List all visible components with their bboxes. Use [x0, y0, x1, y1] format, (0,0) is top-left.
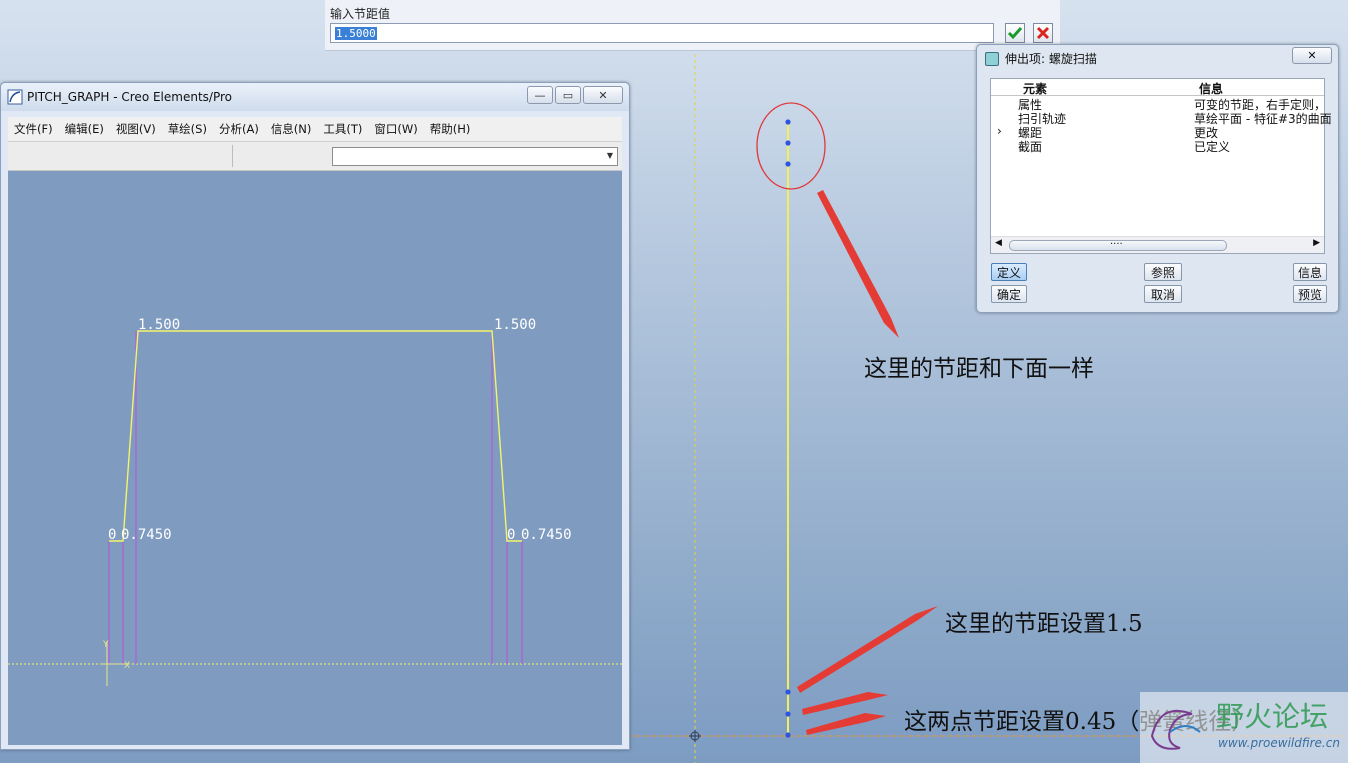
- close-icon: ✕: [598, 88, 608, 102]
- watermark-url: www.proewildfire.cn: [1218, 736, 1340, 750]
- close-icon: [1036, 26, 1050, 40]
- annotation-arrows: [797, 190, 938, 735]
- row-marker: ›: [997, 124, 1002, 138]
- site-watermark: 野火论坛 www.proewildfire.cn: [1140, 692, 1348, 763]
- scroll-left-icon[interactable]: ◀: [995, 238, 1002, 248]
- table-row[interactable]: 属性 可变的节距，右手定则，: [991, 96, 1326, 112]
- trajectory-point: [785, 161, 791, 167]
- pitch-input-bar: 输入节距值 1.5000: [325, 0, 1060, 51]
- info-button[interactable]: 信息: [1293, 263, 1327, 281]
- cancel-button[interactable]: [1033, 23, 1053, 43]
- arrow-to-top-note: [817, 190, 899, 338]
- toolbar-dropdown[interactable]: ▼: [332, 147, 618, 166]
- dimension-lines: [108, 331, 523, 664]
- close-window-button[interactable]: ✕: [583, 86, 623, 104]
- pitch-graph-window: PITCH_GRAPH - Creo Elements/Pro — ▭ ✕ 文件…: [0, 82, 630, 750]
- accept-button[interactable]: [1005, 23, 1025, 43]
- axis-x-label: X: [124, 661, 130, 671]
- dim-left-bottom-a: 0: [108, 527, 116, 543]
- pitch-value-input[interactable]: 1.5000: [330, 23, 994, 43]
- menu-file[interactable]: 文件(F): [14, 121, 53, 137]
- row-info: 已定义: [1194, 140, 1231, 154]
- trajectory-point: [785, 119, 791, 125]
- column-element: 元素: [1023, 82, 1048, 96]
- arrow-to-bottom-note-2: [806, 713, 886, 735]
- pitch-graph-titlebar[interactable]: PITCH_GRAPH - Creo Elements/Pro — ▭ ✕: [1, 83, 629, 111]
- minimize-button[interactable]: —: [527, 86, 553, 104]
- preview-button[interactable]: 预览: [1293, 285, 1327, 303]
- table-row[interactable]: 截面 已定义: [991, 138, 1324, 154]
- arrow-to-middle-note: [797, 606, 938, 693]
- annotation-middle: 这里的节距设置1.5: [945, 611, 1143, 637]
- menu-sketch[interactable]: 草绘(S): [168, 121, 207, 137]
- pitch-input-label: 输入节距值: [330, 7, 391, 21]
- menu-tools[interactable]: 工具(T): [323, 121, 362, 137]
- dim-right-bottom-b: 0.7450: [521, 527, 572, 543]
- dialog-close-button[interactable]: ✕: [1292, 47, 1332, 64]
- maximize-icon: ▭: [562, 88, 574, 102]
- scrollbar-thumb[interactable]: ....: [1009, 236, 1227, 251]
- window-title: PITCH_GRAPH - Creo Elements/Pro: [27, 90, 232, 104]
- pitch-graph-canvas[interactable]: Y X 1.500 1.500 0 0.7450 0 0.7450: [8, 171, 622, 745]
- trajectory-point: [785, 689, 791, 695]
- chevron-down-icon: ▼: [606, 151, 613, 160]
- dim-left-bottom-b: 0.7450: [121, 527, 172, 543]
- ok-button[interactable]: 确定: [991, 285, 1027, 303]
- menu-help[interactable]: 帮助(H): [430, 121, 471, 137]
- toolbar-separator: [232, 145, 233, 167]
- feature-icon: [985, 52, 999, 66]
- menu-info[interactable]: 信息(N): [271, 121, 312, 137]
- check-icon: [1007, 27, 1023, 40]
- graph-app-icon: [7, 89, 23, 105]
- highlight-circle: [756, 102, 826, 190]
- trajectory-point: [785, 140, 791, 146]
- dialog-title: 伸出项: 螺旋扫描: [1005, 52, 1097, 66]
- menu-window[interactable]: 窗口(W): [374, 121, 417, 137]
- close-icon: ✕: [1307, 49, 1317, 62]
- trajectory-point: [785, 711, 791, 717]
- table-row[interactable]: 扫引轨迹 草绘平面 - 特征#3的曲面: [991, 110, 1332, 126]
- define-button[interactable]: 定义: [991, 263, 1027, 281]
- annotation-top: 这里的节距和下面一样: [864, 356, 1094, 382]
- element-table: 元素 信息 属性 可变的节距，右手定则， 扫引轨迹 草绘平面 - 特征#3的曲面…: [990, 78, 1332, 254]
- table-header: 元素 信息: [991, 79, 1324, 96]
- pitch-value-text: 1.5000: [335, 27, 377, 40]
- dim-left-top: 1.500: [138, 317, 180, 333]
- dim-right-top: 1.500: [494, 317, 536, 333]
- trajectory-point: [785, 732, 791, 738]
- scroll-right-icon[interactable]: ▶: [1313, 238, 1320, 248]
- watermark-brand: 野火论坛: [1216, 700, 1329, 733]
- pitch-curve: [109, 330, 522, 542]
- scroll-grip: ....: [1110, 236, 1123, 247]
- toolbar: ▼: [8, 141, 622, 171]
- csys-icon: [689, 730, 701, 742]
- dim-right-bottom-a: 0: [507, 527, 515, 543]
- cancel-dialog-button[interactable]: 取消: [1144, 285, 1182, 303]
- maximize-button[interactable]: ▭: [555, 86, 581, 104]
- menu-view[interactable]: 视图(V): [116, 121, 156, 137]
- menu-bar: 文件(F) 编辑(E) 视图(V) 草绘(S) 分析(A) 信息(N) 工具(T…: [8, 117, 622, 141]
- column-info: 信息: [1199, 82, 1224, 96]
- table-row[interactable]: › 螺距 更改: [991, 124, 1324, 140]
- menu-edit[interactable]: 编辑(E): [65, 121, 104, 137]
- feature-dialog: 伸出项: 螺旋扫描 ✕ 元素 信息 属性 可变的节距，右手定则， 扫引轨迹 草绘…: [976, 44, 1339, 313]
- menu-analysis[interactable]: 分析(A): [219, 121, 259, 137]
- axis-y-label: Y: [102, 640, 109, 650]
- arrow-to-bottom-note-1: [802, 692, 888, 715]
- row-element: 截面: [1018, 140, 1043, 154]
- minimize-icon: —: [534, 88, 546, 102]
- horizontal-scrollbar[interactable]: ◀ .... ▶: [991, 236, 1324, 253]
- references-button[interactable]: 参照: [1144, 263, 1182, 281]
